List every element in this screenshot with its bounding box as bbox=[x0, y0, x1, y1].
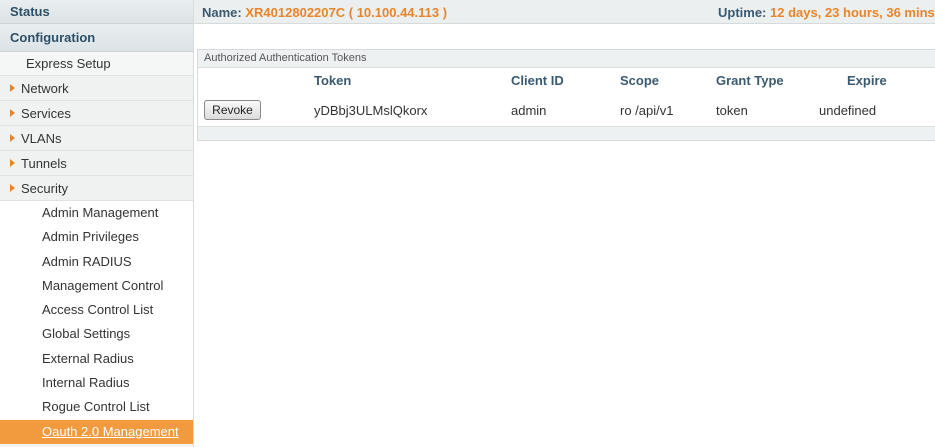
expand-arrow-icon bbox=[10, 159, 15, 167]
column-header-expire: Expire bbox=[847, 73, 887, 88]
header-bar: Name: XR4012802207C ( 10.100.44.113 ) Up… bbox=[194, 0, 935, 24]
panel-title: Authorized Authentication Tokens bbox=[198, 50, 935, 68]
expand-arrow-icon bbox=[10, 109, 15, 117]
client-id-cell: admin bbox=[511, 103, 547, 118]
sidebar-item-global-settings[interactable]: Global Settings bbox=[0, 322, 193, 347]
column-header-client-id: Client ID bbox=[511, 73, 564, 88]
name-label: Name: bbox=[202, 5, 242, 20]
revoke-button[interactable]: Revoke bbox=[204, 100, 261, 120]
sidebar: Status Configuration Express Setup Netwo… bbox=[0, 0, 194, 447]
sidebar-group-network[interactable]: Network bbox=[0, 76, 193, 101]
ip-value: ( 10.100.44.113 ) bbox=[348, 5, 448, 20]
grant-type-cell: token bbox=[716, 103, 748, 118]
sidebar-item-oauth-management[interactable]: Oauth 2.0 Management bbox=[0, 419, 193, 444]
sidebar-item-external-radius[interactable]: External Radius bbox=[0, 346, 193, 372]
sidebar-item-admin-management[interactable]: Admin Management bbox=[0, 201, 193, 226]
sidebar-group-label: Network bbox=[21, 80, 69, 96]
sidebar-configuration[interactable]: Configuration bbox=[0, 24, 193, 52]
sidebar-group-security[interactable]: Security bbox=[0, 176, 193, 201]
sidebar-item-internal-radius[interactable]: Internal Radius bbox=[0, 371, 193, 396]
sidebar-group-label: Tunnels bbox=[21, 155, 67, 171]
sidebar-group-label: Security bbox=[21, 180, 68, 196]
expand-arrow-icon bbox=[10, 184, 15, 192]
sidebar-status[interactable]: Status bbox=[0, 0, 193, 24]
sidebar-item-access-control-list[interactable]: Access Control List bbox=[0, 298, 193, 323]
device-name: Name: XR4012802207C ( 10.100.44.113 ) bbox=[202, 5, 447, 20]
expand-arrow-icon bbox=[10, 84, 15, 92]
column-header-grant-type: Grant Type bbox=[716, 73, 784, 88]
sidebar-item-management-control[interactable]: Management Control bbox=[0, 273, 193, 299]
sidebar-item-admin-radius[interactable]: Admin RADIUS bbox=[0, 249, 193, 274]
tokens-panel: Authorized Authentication Tokens Token C… bbox=[197, 49, 935, 141]
sidebar-item-admin-privileges[interactable]: Admin Privileges bbox=[0, 225, 193, 250]
uptime-label: Uptime: bbox=[718, 5, 767, 20]
token-cell: yDBbj3ULMslQkorx bbox=[314, 103, 428, 118]
sidebar-item-express-setup[interactable]: Express Setup bbox=[0, 52, 193, 76]
column-header-token: Token bbox=[314, 73, 352, 88]
scope-cell: ro /api/v1 bbox=[620, 103, 674, 118]
sidebar-item-rogue-control-list[interactable]: Rogue Control List bbox=[0, 395, 193, 420]
column-header-scope: Scope bbox=[620, 73, 660, 88]
sidebar-group-vlans[interactable]: VLANs bbox=[0, 126, 193, 151]
name-value: XR4012802207C bbox=[245, 5, 346, 20]
sidebar-group-label: VLANs bbox=[21, 130, 62, 146]
panel-footer bbox=[198, 126, 935, 140]
sidebar-group-services[interactable]: Services bbox=[0, 101, 193, 126]
expire-cell: undefined bbox=[819, 103, 877, 118]
sidebar-group-label: Services bbox=[21, 105, 71, 121]
expand-arrow-icon bbox=[10, 134, 15, 142]
sidebar-group-tunnels[interactable]: Tunnels bbox=[0, 151, 193, 176]
uptime: Uptime: 12 days, 23 hours, 36 mins bbox=[718, 5, 935, 20]
uptime-value: 12 days, 23 hours, 36 mins bbox=[770, 5, 935, 20]
